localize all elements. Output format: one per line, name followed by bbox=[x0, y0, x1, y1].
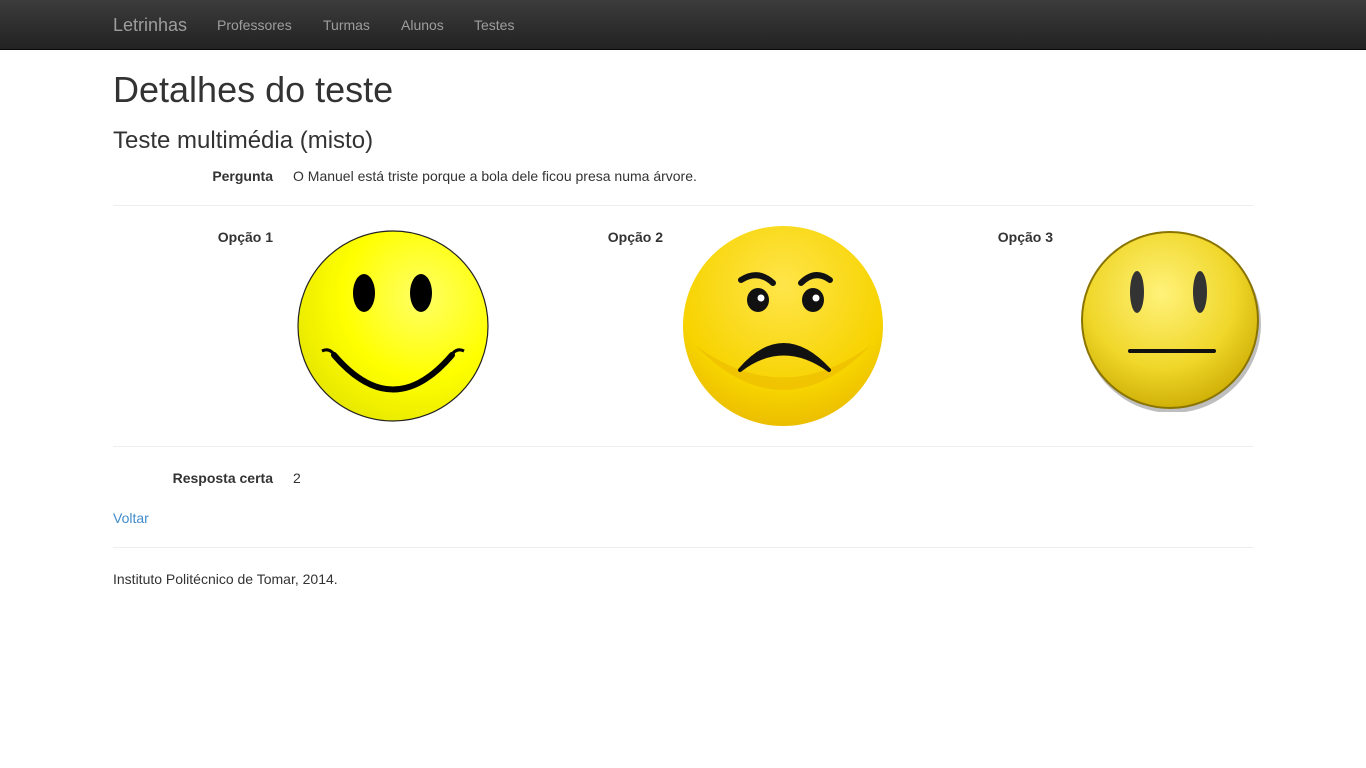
footer-text: Instituto Politécnico de Tomar, 2014. bbox=[113, 571, 338, 587]
nav-item-professores[interactable]: Professores bbox=[217, 17, 292, 33]
test-subtitle: Teste multimédia (misto) bbox=[113, 127, 374, 154]
page-title: Detalhes do teste bbox=[113, 69, 394, 110]
option-3-label: Opção 3 bbox=[997, 229, 1053, 245]
correct-answer-value: 2 bbox=[293, 470, 301, 486]
correct-answer-label: Resposta certa bbox=[172, 470, 273, 486]
divider bbox=[113, 446, 1253, 447]
neutral-face-icon bbox=[1081, 231, 1261, 412]
top-navbar: Letrinhas Professores Turmas Alunos Test… bbox=[0, 0, 1366, 50]
happy-face-icon bbox=[297, 230, 489, 422]
nav-item-testes[interactable]: Testes bbox=[474, 17, 514, 33]
sad-face-icon bbox=[683, 226, 883, 426]
divider bbox=[113, 205, 1253, 206]
question-text: O Manuel está triste porque a bola dele … bbox=[293, 168, 697, 184]
nav-item-alunos[interactable]: Alunos bbox=[401, 17, 444, 33]
option-2-label: Opção 2 bbox=[607, 229, 663, 245]
question-label: Pergunta bbox=[212, 168, 273, 184]
brand-link[interactable]: Letrinhas bbox=[113, 15, 187, 35]
back-link[interactable]: Voltar bbox=[113, 509, 149, 527]
option-1-label: Opção 1 bbox=[217, 229, 273, 245]
nav-item-turmas[interactable]: Turmas bbox=[323, 17, 370, 33]
footer-divider bbox=[113, 547, 1253, 548]
